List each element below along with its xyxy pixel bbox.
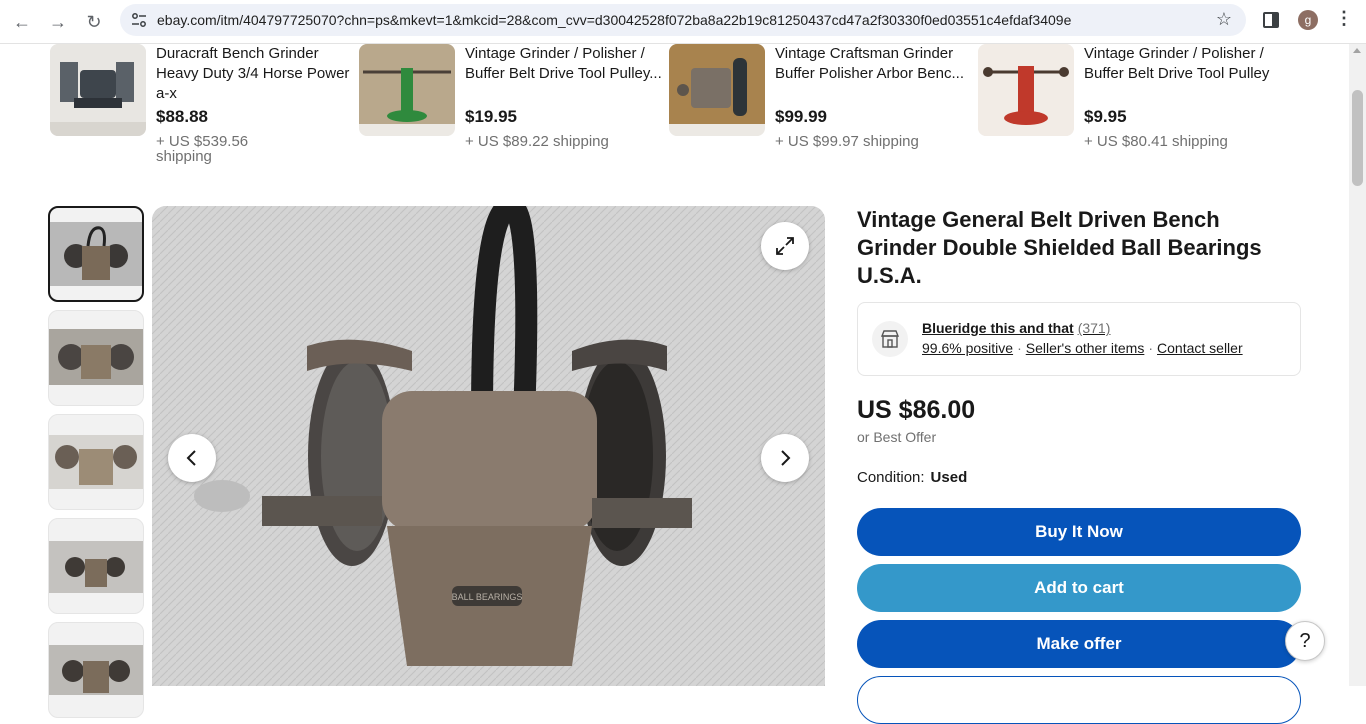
thumbnail-4[interactable] bbox=[48, 518, 144, 614]
make-offer-button[interactable]: Make offer bbox=[857, 620, 1301, 668]
related-item-shipping: + US $80.41 shipping bbox=[1084, 133, 1228, 150]
thumbnail-2[interactable] bbox=[48, 310, 144, 406]
thumbnail-3[interactable] bbox=[48, 414, 144, 510]
thumbnail-5[interactable] bbox=[48, 622, 144, 718]
listing-title: Vintage General Belt Driven Bench Grinde… bbox=[857, 207, 1262, 288]
chevron-right-icon bbox=[781, 450, 791, 466]
chevron-left-icon bbox=[186, 450, 196, 466]
item-price: US $86.00 bbox=[857, 396, 976, 424]
condition-label: Condition: bbox=[857, 469, 925, 486]
related-item[interactable]: Duracraft Bench Grinder Heavy Duty 3/4 H… bbox=[50, 44, 350, 174]
related-item-title[interactable]: Vintage Grinder / Polisher / Buffer Belt… bbox=[465, 44, 665, 84]
related-item-image[interactable] bbox=[978, 44, 1074, 136]
related-item-title[interactable]: Vintage Grinder / Polisher / Buffer Belt… bbox=[1084, 44, 1284, 84]
seller-name-link[interactable]: Blueridge this and that (371) bbox=[922, 320, 1110, 336]
store-icon bbox=[872, 321, 908, 357]
browser-menu-icon[interactable]: ⋮ bbox=[1335, 8, 1353, 29]
address-bar[interactable]: ebay.com/itm/404797725070?chn=ps&mkevt=1… bbox=[120, 4, 1246, 36]
back-icon[interactable]: ← bbox=[8, 8, 36, 36]
seller-name-text[interactable]: Blueridge this and that bbox=[922, 320, 1074, 336]
thumbnail-1[interactable] bbox=[48, 206, 144, 302]
related-item-price: $99.99 bbox=[775, 107, 827, 126]
seller-other-items-link[interactable]: Seller's other items bbox=[1026, 340, 1145, 356]
buy-it-now-button[interactable]: Buy It Now bbox=[857, 508, 1301, 556]
expand-icon bbox=[776, 237, 794, 255]
related-item-shipping: + US $99.97 shipping bbox=[775, 133, 919, 150]
next-image-button[interactable] bbox=[761, 434, 809, 482]
related-item-title[interactable]: Vintage Craftsman Grinder Buffer Polishe… bbox=[775, 44, 975, 84]
related-item-price: $19.95 bbox=[465, 107, 517, 126]
help-button[interactable]: ? bbox=[1285, 621, 1325, 661]
watchlist-button[interactable] bbox=[857, 676, 1301, 724]
separator-dot: · bbox=[1148, 340, 1154, 356]
seller-links: 99.6% positive · Seller's other items · Cont… bbox=[922, 340, 1243, 356]
contact-seller-link[interactable]: Contact seller bbox=[1157, 340, 1243, 356]
url-text[interactable]: ebay.com/itm/404797725070?chn=ps&mkevt=1… bbox=[157, 12, 1071, 28]
scroll-up-arrow-icon[interactable] bbox=[1353, 48, 1361, 53]
site-settings-icon[interactable] bbox=[130, 11, 148, 29]
related-item-price: $88.88 bbox=[156, 107, 208, 126]
fullscreen-expand-button[interactable] bbox=[761, 222, 809, 270]
related-item[interactable]: Vintage Grinder / Polisher / Buffer Belt… bbox=[978, 44, 1278, 174]
forward-icon[interactable]: → bbox=[44, 8, 72, 36]
related-item-image[interactable] bbox=[50, 44, 146, 136]
seller-feedback-count: (371) bbox=[1077, 320, 1111, 336]
reload-icon[interactable]: ↻ bbox=[80, 8, 108, 36]
bookmark-star-icon[interactable]: ☆ bbox=[1216, 9, 1232, 30]
browser-toolbar: ← → ↻ ebay.com/itm/404797725070?chn=ps&m… bbox=[0, 0, 1366, 44]
svg-text:BALL BEARINGS: BALL BEARINGS bbox=[452, 592, 523, 602]
related-item-price: $9.95 bbox=[1084, 107, 1127, 126]
scroll-thumb[interactable] bbox=[1352, 90, 1363, 186]
related-item-title[interactable]: Duracraft Bench Grinder Heavy Duty 3/4 H… bbox=[156, 44, 356, 104]
condition-value: Used bbox=[930, 469, 968, 486]
related-item[interactable]: Vintage Grinder / Polisher / Buffer Belt… bbox=[359, 44, 662, 174]
related-item-image[interactable] bbox=[669, 44, 765, 136]
side-panel-icon[interactable] bbox=[1263, 12, 1279, 28]
profile-avatar[interactable]: g bbox=[1298, 10, 1318, 30]
seller-positive-link[interactable]: 99.6% positive bbox=[922, 340, 1013, 356]
previous-image-button[interactable] bbox=[168, 434, 216, 482]
related-items-strip: Duracraft Bench Grinder Heavy Duty 3/4 H… bbox=[0, 44, 1349, 174]
condition-row: Condition: Used bbox=[857, 469, 967, 486]
main-product-image[interactable]: BALL BEARINGS bbox=[152, 206, 825, 686]
best-offer-label: or Best Offer bbox=[857, 429, 937, 445]
related-item-image[interactable] bbox=[359, 44, 455, 136]
related-item-shipping: + US $539.56 shipping bbox=[156, 133, 249, 165]
seller-card: Blueridge this and that (371) 99.6% posit… bbox=[857, 302, 1301, 376]
page-scrollbar[interactable] bbox=[1349, 44, 1366, 686]
separator-dot: · bbox=[1017, 340, 1022, 356]
related-item-shipping: + US $89.22 shipping bbox=[465, 133, 609, 150]
related-item[interactable]: Vintage Craftsman Grinder Buffer Polishe… bbox=[669, 44, 969, 174]
add-to-cart-button[interactable]: Add to cart bbox=[857, 564, 1301, 612]
